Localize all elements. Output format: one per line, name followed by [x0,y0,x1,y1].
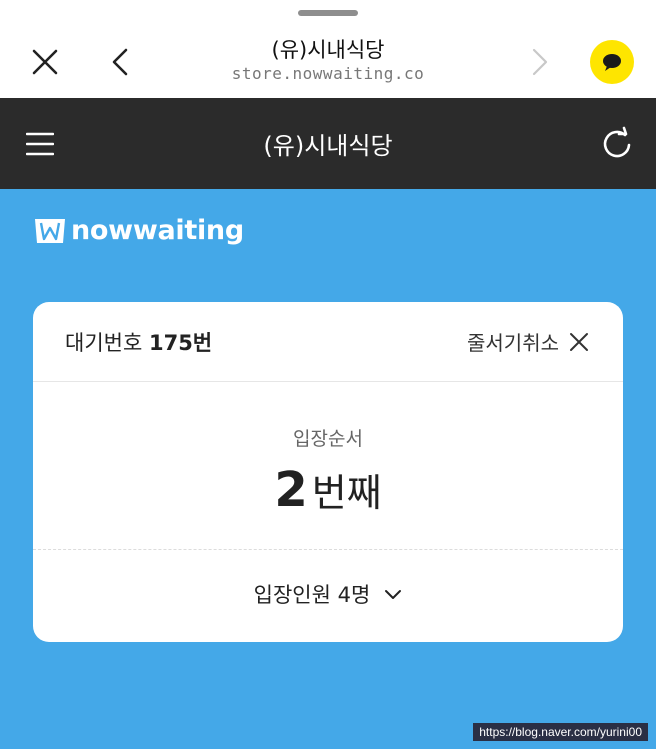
forward-icon [532,48,548,76]
party-size-label: 입장인원 4명 [253,583,371,607]
entry-order-number: 2 [274,462,308,518]
party-size-toggle[interactable]: 입장인원 4명 [33,579,623,609]
close-icon[interactable] [28,45,62,79]
kakaotalk-icon [603,54,621,71]
card-header: 대기번호 175번 줄서기취소 [33,302,623,382]
dashed-divider [33,549,623,550]
entry-order-suffix: 번째 [311,471,382,515]
blog-watermark: https://blog.naver.com/yurini00 [473,723,648,741]
wait-label-text: 대기번호 [65,331,143,355]
wait-number-label: 대기번호 175번 [65,327,212,357]
waiting-card: 대기번호 175번 줄서기취소 입장순서 2 번째 입장인원 4명 [33,302,623,642]
nowwaiting-logo: nowwaiting [33,214,244,246]
back-icon[interactable] [104,45,138,79]
chevron-down-icon [385,590,402,599]
cancel-queue-button[interactable]: 줄서기취소 [467,327,589,356]
wait-number: 175번 [148,331,213,355]
header-title: (유)시내식당 [263,132,393,160]
entry-order-value: 2 번째 [33,462,623,518]
menu-icon[interactable] [26,130,54,158]
browser-url[interactable]: store.nowwaiting.co [178,64,478,83]
kakaotalk-button[interactable] [590,40,634,84]
refresh-icon[interactable] [599,126,635,162]
sheet-grabber[interactable] [298,10,358,16]
nowwaiting-logo-icon [35,219,65,243]
entry-order-label: 입장순서 [293,428,363,450]
cancel-label: 줄서기취소 [467,331,559,355]
browser-page-title: (유)시내식당 [271,38,385,62]
close-x-icon [570,332,588,351]
logo-text: nowwaiting [71,214,244,246]
